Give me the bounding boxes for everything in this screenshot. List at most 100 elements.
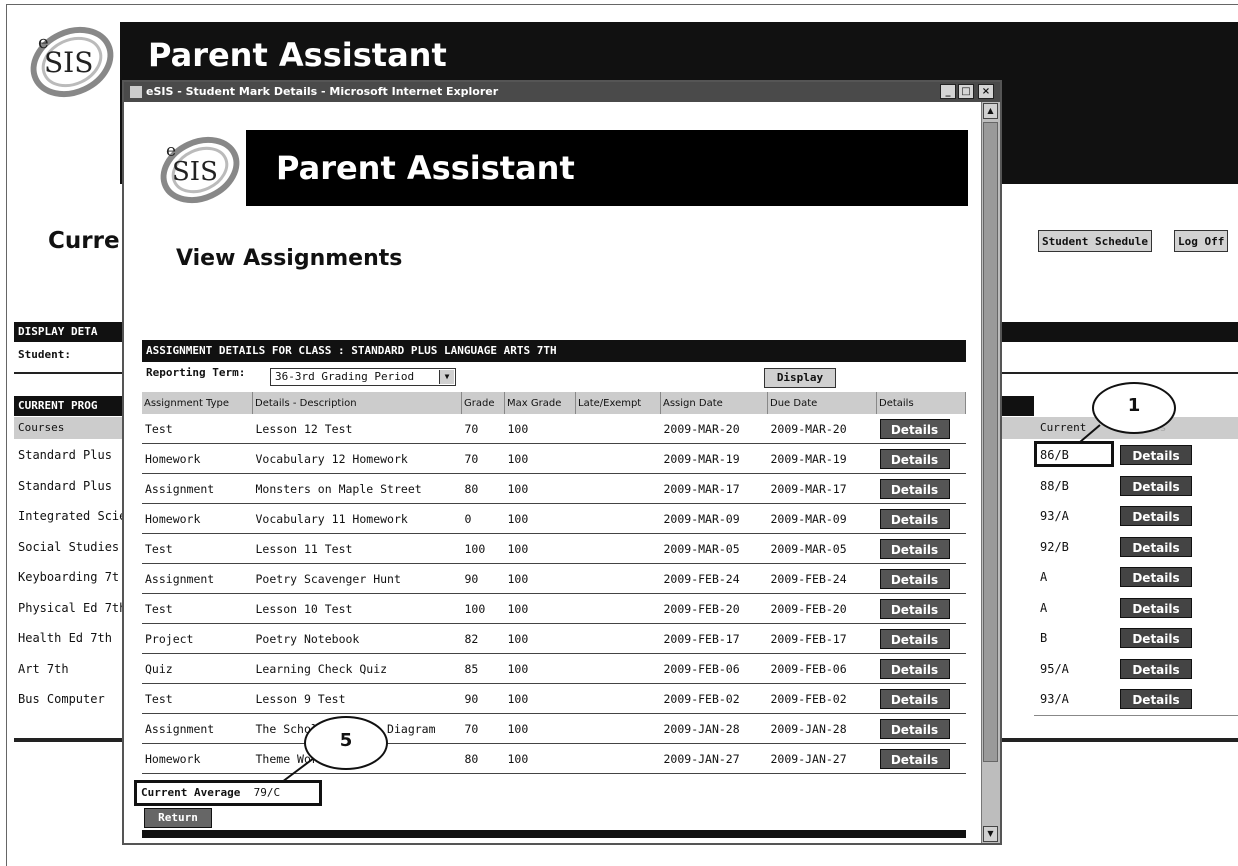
late-exempt-cell — [575, 563, 661, 594]
col-details: Details — [876, 392, 966, 414]
due-date-cell: 2009-FEB-20 — [767, 593, 877, 624]
details-cell: Details — [876, 713, 966, 744]
grade-cell: 80 — [461, 743, 505, 774]
popup-footer-bar — [142, 830, 966, 838]
assignment-details-button[interactable]: Details — [879, 748, 950, 769]
assignment-details-button[interactable]: Details — [879, 448, 950, 469]
course-details-button[interactable]: Details — [1120, 659, 1192, 679]
course-details-button[interactable]: Details — [1120, 628, 1192, 648]
course-name: Standard Plus — [18, 448, 112, 462]
assignment-details-button[interactable]: Details — [879, 628, 950, 649]
vertical-scrollbar[interactable]: ▲ ▼ — [981, 102, 1000, 843]
assignment-details-button[interactable]: Details — [879, 688, 950, 709]
late-exempt-cell — [575, 623, 661, 654]
course-name: Social Studies — [18, 540, 120, 554]
assignment-type-cell: Test — [142, 414, 253, 444]
course-details-button[interactable]: Details — [1120, 567, 1192, 587]
max-grade-cell: 100 — [504, 713, 576, 744]
student-label: Student: — [18, 348, 71, 361]
assignment-details-button[interactable]: Details — [879, 478, 950, 499]
maximize-icon[interactable]: □ — [958, 84, 974, 99]
max-grade-cell: 100 — [504, 653, 576, 684]
student-schedule-button[interactable]: Student Schedule — [1038, 230, 1152, 252]
assignment-details-button[interactable]: Details — [879, 538, 950, 559]
grade-cell: 100 — [461, 593, 505, 624]
assignment-type-cell: Homework — [142, 503, 253, 534]
course-details-button[interactable]: Details — [1120, 537, 1192, 557]
minimize-icon[interactable]: _ — [940, 84, 956, 99]
popup-titlebar[interactable]: eSIS - Student Mark Details - Microsoft … — [124, 82, 1000, 102]
due-date-cell: 2009-FEB-17 — [767, 623, 877, 654]
course-details-button[interactable]: Details — [1120, 689, 1192, 709]
table-row: AssignmentThe Scholar - Plot Diagram7010… — [142, 713, 966, 744]
scroll-thumb[interactable] — [983, 122, 998, 762]
late-exempt-cell — [575, 683, 661, 714]
popup-window: eSIS - Student Mark Details - Microsoft … — [122, 80, 1002, 845]
max-grade-cell: 100 — [504, 533, 576, 564]
assignment-type-cell: Assignment — [142, 563, 253, 594]
assign-date-cell: 2009-MAR-09 — [660, 503, 768, 534]
course-name: Physical Ed 7th — [18, 601, 127, 615]
description-cell: Vocabulary 11 Homework — [252, 503, 462, 534]
return-button[interactable]: Return — [144, 808, 212, 828]
reporting-term-select[interactable]: 36-3rd Grading Period ▼ — [270, 368, 456, 386]
late-exempt-cell — [575, 713, 661, 744]
esis-logo-icon: SIS e — [160, 136, 240, 204]
grade-cell: 100 — [461, 533, 505, 564]
assign-date-cell: 2009-FEB-06 — [660, 653, 768, 684]
late-exempt-cell — [575, 533, 661, 564]
description-cell: Poetry Notebook — [252, 623, 462, 654]
close-icon[interactable]: × — [978, 84, 994, 99]
table-row: Assignment Monsters on Maple Street 80 100 2… — [142, 473, 966, 504]
esis-logo-icon: SIS e — [30, 26, 114, 98]
late-exempt-cell — [575, 414, 661, 444]
assignment-details-button[interactable]: Details — [879, 718, 950, 739]
reporting-term-value: 36-3rd Grading Period — [275, 370, 415, 383]
assignment-type-cell: Homework — [142, 443, 253, 474]
table-row: Quiz Learning Check Quiz 85 100 2009-FEB-06 2… — [142, 653, 966, 684]
chevron-down-icon[interactable]: ▼ — [439, 370, 454, 384]
bg-app-title: Parent Assistant — [148, 36, 447, 74]
svg-text:e: e — [166, 141, 176, 161]
details-cell: Details — [876, 593, 966, 624]
table-row: Test Lesson 12 Test 70 100 2009-MAR-20 2009-M… — [142, 414, 966, 444]
assignment-type-cell: Assignment — [142, 473, 253, 504]
table-row: Homework Vocabulary 12 Homework 70 100 2009-… — [142, 443, 966, 474]
current-grade: 88/B — [1040, 479, 1069, 493]
current-average-label: Current Average — [141, 786, 241, 799]
details-cell: Details — [876, 503, 966, 534]
log-off-button[interactable]: Log Off — [1174, 230, 1229, 252]
assignment-details-button[interactable]: Details — [879, 658, 950, 679]
course-name: Art 7th — [18, 662, 69, 676]
scroll-down-icon[interactable]: ▼ — [983, 826, 998, 842]
course-details-button[interactable]: Details — [1120, 598, 1192, 618]
max-grade-cell: 100 — [504, 414, 576, 444]
bg-page-heading: Curre — [48, 228, 120, 254]
assignment-details-button[interactable]: Details — [879, 418, 950, 439]
grade-cell: 70 — [461, 414, 505, 444]
assign-date-cell: 2009-JAN-28 — [660, 713, 768, 744]
svg-text:SIS: SIS — [172, 157, 218, 187]
max-grade-cell: 100 — [504, 743, 576, 774]
max-grade-cell: 100 — [504, 683, 576, 714]
details-cell: Details — [876, 743, 966, 774]
col-assign-date: Assign Date — [660, 392, 768, 414]
scroll-up-icon[interactable]: ▲ — [983, 103, 998, 119]
grade-cell: 90 — [461, 563, 505, 594]
course-details-button[interactable]: Details — [1120, 506, 1192, 526]
display-button[interactable]: Display — [764, 368, 836, 388]
assignment-details-button[interactable]: Details — [879, 508, 950, 529]
table-row: Assignment Poetry Scavenger Hunt 90 100 2009… — [142, 563, 966, 594]
table-row: Homework Vocabulary 11 Homework 0 100 2009-M… — [142, 503, 966, 534]
grade-cell: 82 — [461, 623, 505, 654]
assign-date-cell: 2009-MAR-20 — [660, 414, 768, 444]
max-grade-cell: 100 — [504, 503, 576, 534]
grade-cell: 90 — [461, 683, 505, 714]
assignment-details-button[interactable]: Details — [879, 568, 950, 589]
course-details-button[interactable]: Details — [1120, 476, 1192, 496]
late-exempt-cell — [575, 743, 661, 774]
current-grade: 93/A — [1040, 509, 1069, 523]
assignment-details-button[interactable]: Details — [879, 598, 950, 619]
due-date-cell: 2009-MAR-20 — [767, 414, 877, 444]
current-grade: B — [1040, 631, 1048, 645]
